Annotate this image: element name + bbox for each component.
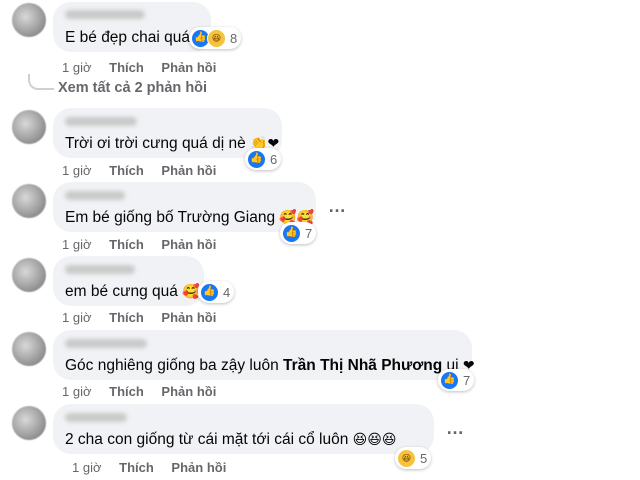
comment-actions: 1 giờ Thích Phản hồi [62,237,230,252]
like-button[interactable]: Thích [109,163,144,178]
like-button[interactable]: Thích [119,460,154,475]
reply-button[interactable]: Phản hồi [161,237,216,252]
reaction-count: 7 [305,225,313,241]
like-reaction-icon: 👍 [247,149,266,169]
comment-bubble: em bé cưng quá 🥰 [53,256,204,306]
comment-actions: 1 giờ Thích Phản hồi [62,310,230,325]
mention-link[interactable]: Trần Thị Nhã Phương [283,357,442,374]
reaction-summary[interactable]: 👍 😆 8 [189,27,242,49]
author-name[interactable] [65,339,147,348]
like-button[interactable]: Thích [109,237,144,252]
comment-actions: 1 giờ Thích Phản hồi [62,60,230,75]
timestamp[interactable]: 1 giờ [62,384,92,399]
avatar[interactable] [12,110,46,144]
reaction-summary[interactable]: 👍 6 [245,148,282,170]
reaction-summary[interactable]: 👍 7 [438,369,475,391]
comment-text: Trời ơi trời cưng quá dị nè 👏❤ [65,135,280,152]
comment-bubble: Em bé giống bố Trường Giang 🥰🥰 [53,182,316,232]
comment-actions: 1 giờ Thích Phản hồi [62,384,230,399]
reaction-count: 5 [420,450,428,466]
author-name[interactable] [65,10,145,19]
like-button[interactable]: Thích [109,310,144,325]
comment-text: Góc nghiêng giống ba zậy luôn Trần Thị N… [65,357,475,374]
reaction-summary[interactable]: 👍 7 [280,222,317,244]
like-reaction-icon: 👍 [440,370,459,390]
reaction-summary[interactable]: 😆 5 [395,447,432,469]
reaction-count: 8 [230,30,238,46]
avatar[interactable] [12,332,46,366]
reply-button[interactable]: Phản hồi [161,310,216,325]
comment-actions: 1 giờ Thích Phản hồi [72,460,240,475]
avatar[interactable] [12,406,46,440]
avatar[interactable] [12,258,46,292]
comment-bubble: 2 cha con giống từ cái mặt tới cái cổ lu… [53,404,434,454]
timestamp[interactable]: 1 giờ [62,310,92,325]
avatar[interactable] [12,184,46,218]
timestamp[interactable]: 1 giờ [62,163,92,178]
author-name[interactable] [65,413,127,422]
haha-reaction-icon: 😆 [397,448,416,468]
comment-emoji: 😆😆😆 [352,431,397,447]
reply-button[interactable]: Phản hồi [171,460,226,475]
author-name[interactable] [65,191,125,200]
view-replies-link[interactable]: Xem tất cả 2 phản hồi [58,80,207,96]
comment-actions: 1 giờ Thích Phản hồi [62,163,230,178]
reaction-count: 4 [223,284,231,300]
haha-reaction-icon: 😆 [207,28,226,48]
avatar[interactable] [12,3,46,37]
reply-button[interactable]: Phản hồi [161,384,216,399]
like-reaction-icon: 👍 [282,223,301,243]
comment-text: Em bé giống bố Trường Giang 🥰🥰 [65,209,315,226]
more-options-icon[interactable]: … [328,196,347,217]
like-button[interactable]: Thích [109,384,144,399]
reaction-count: 7 [463,372,471,388]
reaction-count: 6 [270,151,278,167]
timestamp[interactable]: 1 giờ [72,460,102,475]
reaction-summary[interactable]: 👍 4 [198,281,235,303]
comment-text: E bé đẹp chai quá [65,29,190,46]
like-button[interactable]: Thích [109,60,144,75]
reply-button[interactable]: Phản hồi [161,60,216,75]
comment-text: em bé cưng quá 🥰 [65,283,200,300]
reply-button[interactable]: Phản hồi [161,163,216,178]
thread-connector [28,74,54,90]
author-name[interactable] [65,265,135,274]
timestamp[interactable]: 1 giờ [62,237,92,252]
comment-bubble: E bé đẹp chai quá [53,2,211,52]
more-options-icon[interactable]: … [446,418,465,439]
author-name[interactable] [65,117,137,126]
like-reaction-icon: 👍 [200,282,219,302]
comment-text: 2 cha con giống từ cái mặt tới cái cổ lu… [65,431,397,448]
timestamp[interactable]: 1 giờ [62,60,92,75]
comment-bubble: Góc nghiêng giống ba zậy luôn Trần Thị N… [53,330,475,380]
